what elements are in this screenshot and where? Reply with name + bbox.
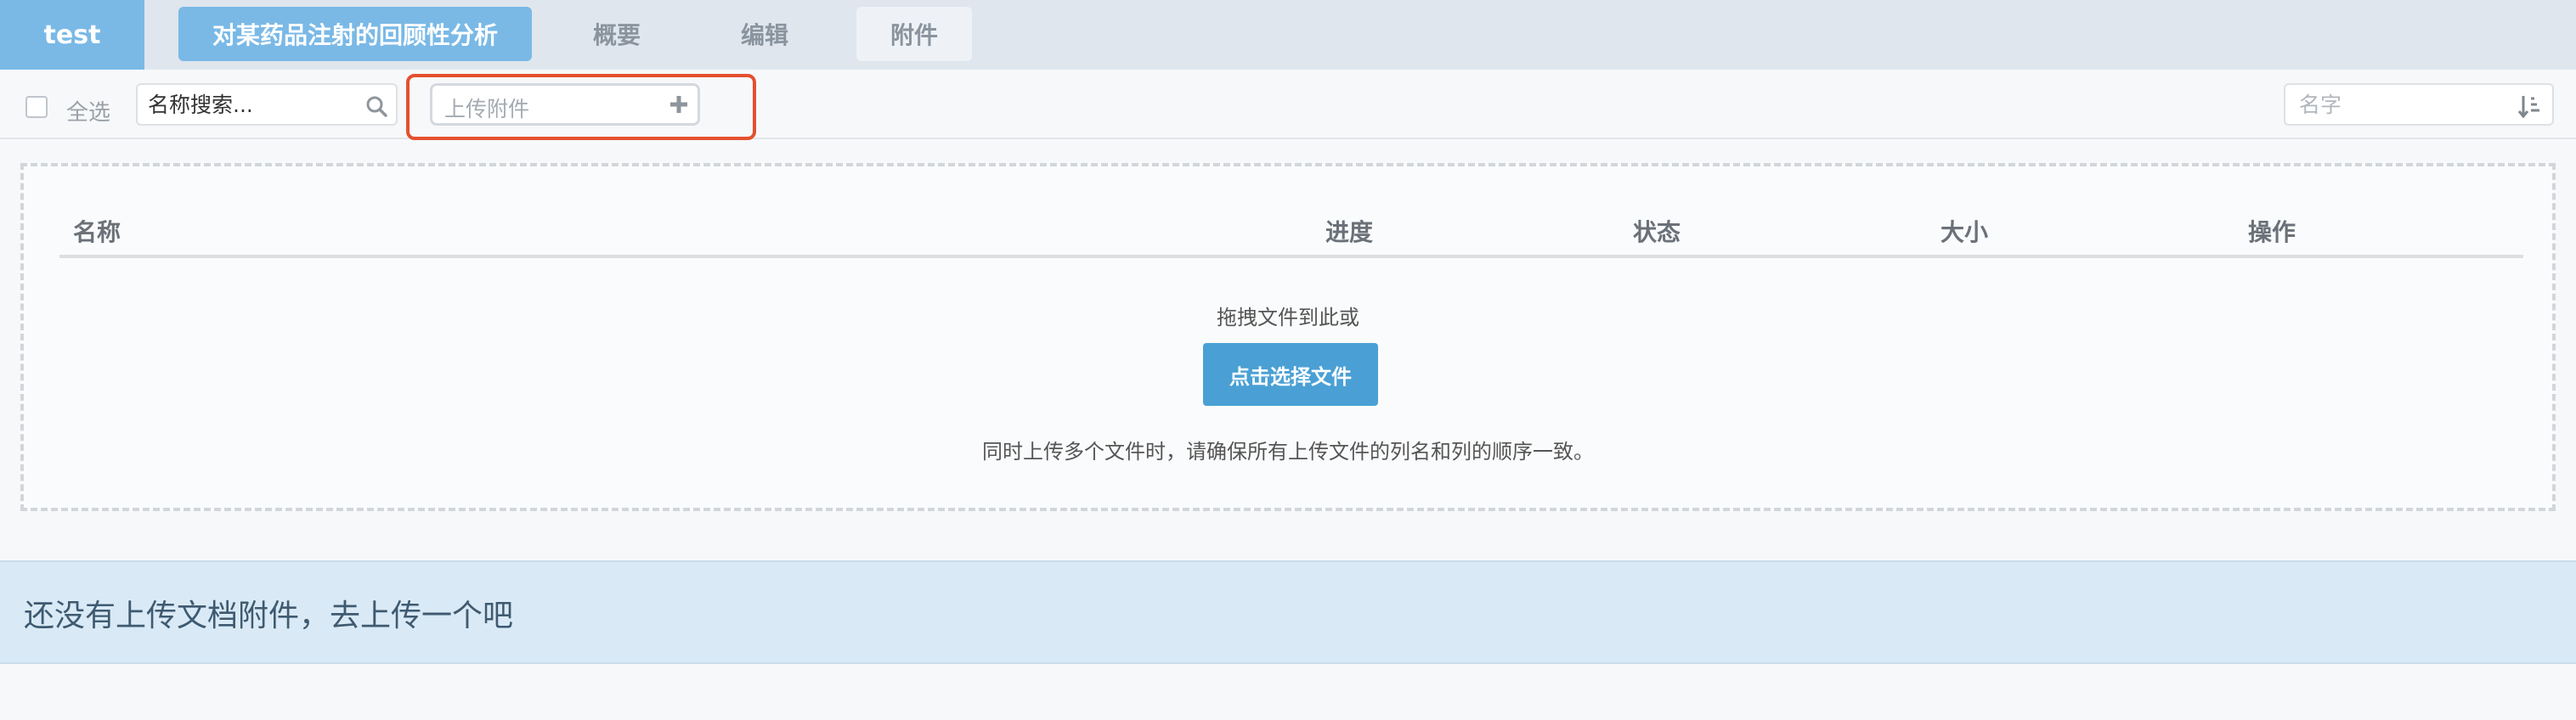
plus-icon bbox=[670, 96, 687, 113]
sort-icon[interactable] bbox=[2517, 93, 2542, 119]
tab-overview[interactable]: 概要 bbox=[549, 7, 685, 61]
column-header-size: 大小 bbox=[1940, 218, 1989, 246]
top-navbar: test 对某药品注射的回顾性分析 概要 编辑 附件 bbox=[0, 0, 2576, 70]
select-all-label: 全选 bbox=[66, 100, 111, 126]
upload-attachment-button[interactable]: 上传附件 bbox=[430, 83, 700, 126]
upload-attachment-label: 上传附件 bbox=[444, 97, 530, 121]
column-header-action: 操作 bbox=[2248, 218, 2296, 246]
upload-table-header: 名称 进度 状态 大小 操作 bbox=[59, 214, 2523, 258]
tab-project-title[interactable]: 对某药品注射的回顾性分析 bbox=[178, 7, 532, 61]
sort-field-input[interactable] bbox=[2299, 85, 2503, 124]
drop-hint-text: 拖拽文件到此或 bbox=[1217, 306, 1359, 329]
select-all[interactable]: 全选 bbox=[25, 87, 110, 127]
file-dropzone[interactable]: 名称 进度 状态 大小 操作 拖拽文件到此或 点击选择文件 同时上传多个文件时，… bbox=[20, 163, 2556, 511]
tab-attachments[interactable]: 附件 bbox=[856, 7, 972, 61]
choose-file-button[interactable]: 点击选择文件 bbox=[1203, 343, 1378, 406]
column-header-status: 状态 bbox=[1633, 218, 1681, 246]
brand-logo[interactable]: test bbox=[0, 0, 144, 70]
search-box bbox=[136, 83, 398, 126]
empty-attachments-notice: 还没有上传文档附件，去上传一个吧 bbox=[0, 560, 2576, 664]
column-header-progress: 进度 bbox=[1325, 218, 1374, 246]
empty-notice-text: 还没有上传文档附件，去上传一个吧 bbox=[24, 599, 514, 633]
tab-edit[interactable]: 编辑 bbox=[697, 7, 833, 61]
column-header-name: 名称 bbox=[73, 218, 121, 246]
sort-select[interactable] bbox=[2284, 83, 2554, 126]
multi-upload-hint: 同时上传多个文件时，请确保所有上传文件的列名和列的顺序一致。 bbox=[982, 440, 1594, 464]
search-input[interactable] bbox=[148, 85, 360, 124]
search-icon[interactable] bbox=[364, 93, 389, 119]
attachments-toolbar: 全选 上传附件 bbox=[0, 70, 2576, 140]
select-all-checkbox[interactable] bbox=[25, 95, 48, 118]
